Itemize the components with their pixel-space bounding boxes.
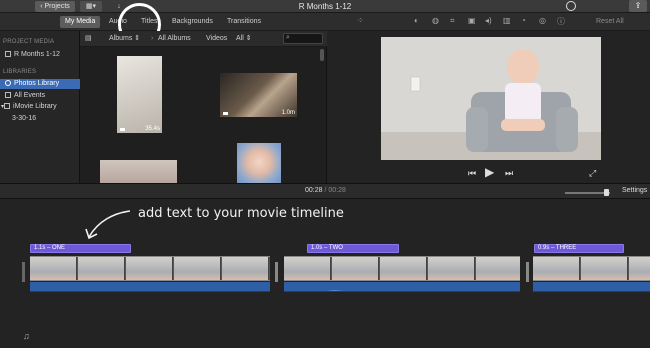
magic-wand-icon[interactable]: ⁘ [357,16,364,25]
play-icon[interactable]: ▶ [485,165,494,179]
color-correction-icon[interactable]: ◍ [432,16,439,25]
baby-in-chair-image [381,37,601,160]
browser-scrollbar[interactable] [320,49,324,61]
search-input[interactable]: ⌕ [283,33,323,44]
zoom-slider-knob[interactable] [604,189,609,196]
tab-titles[interactable]: Titles [141,16,157,28]
audio-waveform[interactable] [533,282,650,292]
timecode-bar: 00:28 / 00:28 Settings [0,183,650,199]
events-icon [5,92,11,98]
status-circle-icon[interactable] [566,1,576,11]
tab-my-media[interactable]: My Media [60,16,101,28]
video-camera-icon [120,128,125,131]
annotation-text: add text to your movie timeline [138,206,344,221]
sidebar-item-all-events[interactable]: All Events [0,91,80,101]
stabilization-icon[interactable]: ▣ [468,16,476,25]
breadcrumb-separator: › [151,35,154,42]
color-balance-icon[interactable]: ◐ [414,16,419,25]
transition-marker[interactable] [272,262,280,282]
clip-frame [284,257,331,280]
clip-frame [30,257,77,280]
photo-thumbnail[interactable] [100,160,177,183]
speed-icon[interactable]: ◔ [521,16,526,25]
title-clip[interactable]: 0.9s – THREE [534,244,624,253]
clip-frame [78,257,125,280]
media-browser: 35.4s 1.0m [80,47,327,183]
title-clip[interactable]: 1.0s – TWO [307,244,399,253]
clip-thumbnail[interactable]: 35.4s [117,56,162,133]
sidebar-item-photos-library[interactable]: Photos Library [0,79,80,89]
clip-frame [222,257,269,280]
audio-waveform[interactable] [284,282,520,292]
clip-frame [332,257,379,280]
music-note-icon[interactable]: ♫ [23,331,30,341]
title-clip[interactable]: 1.1s – ONE [30,244,131,253]
transition-marker[interactable] [523,262,531,282]
clip-frame [174,257,221,280]
sidebar-item-event-3-30-16[interactable]: 3-30-16 [0,114,80,124]
reset-all-button[interactable]: Reset All [596,16,624,28]
app-title: R Months 1-12 [298,2,352,11]
media-tabs-bar: My Media Audio Titles Backgrounds Transi… [0,13,650,31]
viewer-panel: ⏮ ▶ ⏭ ⤢ [327,31,650,183]
clip-duration: 35.4s [145,126,160,132]
crop-icon[interactable]: ⌗ [450,16,455,26]
clip-frame [533,257,580,280]
video-camera-icon [223,112,228,115]
clip-frame [476,257,520,280]
clip-frame [380,257,427,280]
filter-icon[interactable]: ◎ [539,16,546,25]
tab-audio[interactable]: Audio [109,16,127,28]
photos-icon [5,80,11,86]
share-icon[interactable]: ⇪ [629,0,647,12]
libraries-sidebar: PROJECT MEDIA R Months 1-12 LIBRARIES Ph… [0,31,80,183]
timecode: 00:28 / 00:28 [305,187,346,194]
libraries-header: LIBRARIES [3,69,37,75]
all-albums-button[interactable]: All Albums [158,33,191,45]
film-icon [5,51,11,57]
all-filter-dropdown[interactable]: All ⇕ [236,33,252,45]
video-clip[interactable] [30,256,270,281]
clip-duration: 1.0m [281,110,295,116]
library-icon [4,103,11,109]
tab-transitions[interactable]: Transitions [227,16,261,28]
settings-button[interactable]: Settings [622,187,647,194]
clip-frame [629,257,650,280]
info-icon[interactable]: ⓘ [557,16,565,27]
clip-frame [428,257,475,280]
photo-thumbnail[interactable] [237,143,281,183]
skip-forward-icon[interactable]: ⏭ [505,168,513,179]
waveform-graphic [327,290,404,291]
fullscreen-icon[interactable]: ⤢ [589,168,596,179]
videos-filter-label: Videos [206,35,228,42]
sidebar-toggle-icon[interactable]: ▤ [85,33,92,45]
video-clip[interactable] [533,256,650,281]
video-preview [381,37,601,160]
project-media-header: PROJECT MEDIA [3,39,55,45]
sidebar-item-imovie-library[interactable]: ▾ iMovie Library [0,102,80,112]
sidebar-item-project[interactable]: R Months 1-12 [0,50,80,60]
volume-icon[interactable]: ◂) [485,16,492,25]
skip-back-icon[interactable]: ⏮ [468,168,476,179]
search-icon: ⌕ [286,34,290,41]
audio-waveform[interactable] [30,282,270,292]
video-clip[interactable] [284,256,520,281]
clip-frame [581,257,628,280]
noise-reduction-icon[interactable]: ▥ [503,16,511,25]
title-bar: ‹ Projects ▦▾ ↓ R Months 1-12 ⇪ [0,0,650,13]
browser-filter-bar: ▤ Albums ⇕ › All Albums Videos All ⇕ ⌕ [80,31,327,47]
albums-dropdown[interactable]: Albums ⇕ [109,33,140,45]
clip-frame [126,257,173,280]
waveform-graphic [30,285,270,292]
waveform-graphic [533,285,650,292]
tab-backgrounds[interactable]: Backgrounds [172,16,213,28]
arrow-icon [85,210,131,240]
clip-thumbnail[interactable]: 1.0m [220,73,297,117]
timeline-start-handle[interactable] [22,262,25,282]
